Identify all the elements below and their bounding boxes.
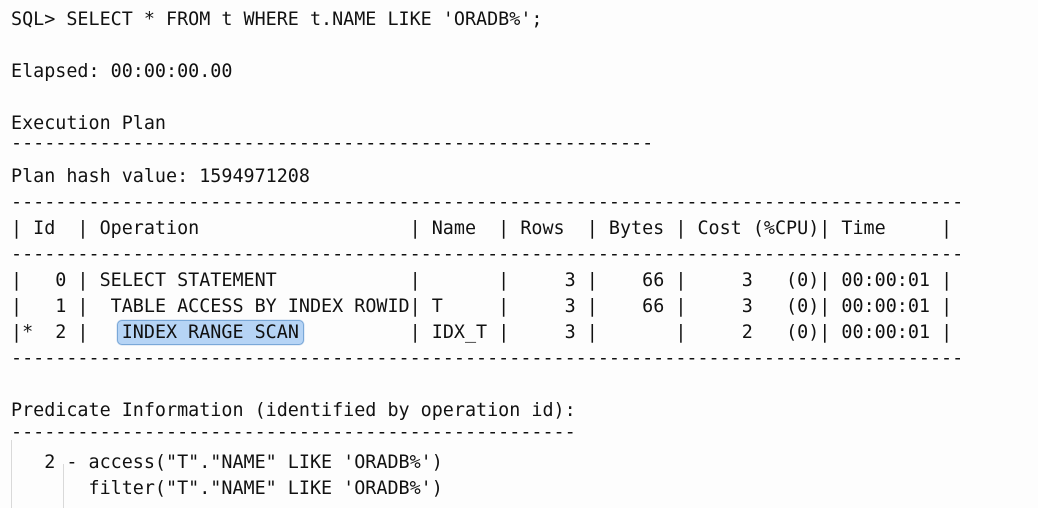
- terminal-output: SQL> SELECT * FROM t WHERE t.NAME LIKE '…: [0, 0, 1038, 508]
- plan-table-row: | 0 | SELECT STATEMENT | | 3 | 66 | 3 (0…: [11, 270, 952, 292]
- plan-row-prefix: | 1 |: [11, 296, 111, 317]
- plan-row-prefix: |* 2 |: [11, 322, 122, 343]
- plan-table-top-rule: ----------------------------------------…: [11, 192, 964, 213]
- plan-row-values: | T | 3 | 66 | 3 (0)| 00:00:01 |: [409, 296, 953, 317]
- plan-table-row-highlighted: |* 2 | INDEX RANGE SCAN | IDX_T | 3 | | …: [11, 320, 953, 345]
- plan-hash-value: Plan hash value: 1594971208: [11, 166, 310, 187]
- plan-row-values: | | 3 | 66 | 3 (0)| 00:00:01 |: [409, 270, 953, 291]
- plan-row-values: | IDX_T | 3 | | 2 (0)| 00:00:01 |: [409, 322, 953, 343]
- execution-plan-heading: Execution Plan: [11, 113, 167, 134]
- plan-row-operation-pad: [277, 270, 410, 291]
- plan-row-operation: TABLE ACCESS BY INDEX ROWID: [110, 296, 410, 317]
- predicate-entry-filter: filter("T"."NAME" LIKE 'ORADB%'): [11, 478, 443, 499]
- plan-row-operation: SELECT STATEMENT: [99, 270, 277, 291]
- plan-table-header-row: | Id | Operation | Name | Rows | Bytes |…: [11, 218, 953, 239]
- plan-table-bottom-rule: ----------------------------------------…: [11, 348, 964, 369]
- plan-row-operation-pad: [299, 322, 410, 343]
- predicate-entry-access: 2 - access("T"."NAME" LIKE 'ORADB%'): [11, 452, 443, 473]
- plan-table-row: | 1 | TABLE ACCESS BY INDEX ROWID| T | 3…: [11, 296, 952, 318]
- plan-row-prefix: | 0 |: [11, 270, 100, 291]
- plan-table-header-rule: ----------------------------------------…: [11, 244, 964, 265]
- elapsed-time-line: Elapsed: 00:00:00.00: [11, 61, 233, 82]
- sql-prompt-line: SQL> SELECT * FROM t WHERE t.NAME LIKE '…: [11, 9, 543, 30]
- execution-plan-heading-rule: ----------------------------------------…: [11, 133, 654, 154]
- predicate-information-rule: ----------------------------------------…: [11, 422, 576, 443]
- highlighted-operation-index-range-scan[interactable]: INDEX RANGE SCAN: [116, 320, 304, 345]
- predicate-information-heading: Predicate Information (identified by ope…: [11, 400, 576, 421]
